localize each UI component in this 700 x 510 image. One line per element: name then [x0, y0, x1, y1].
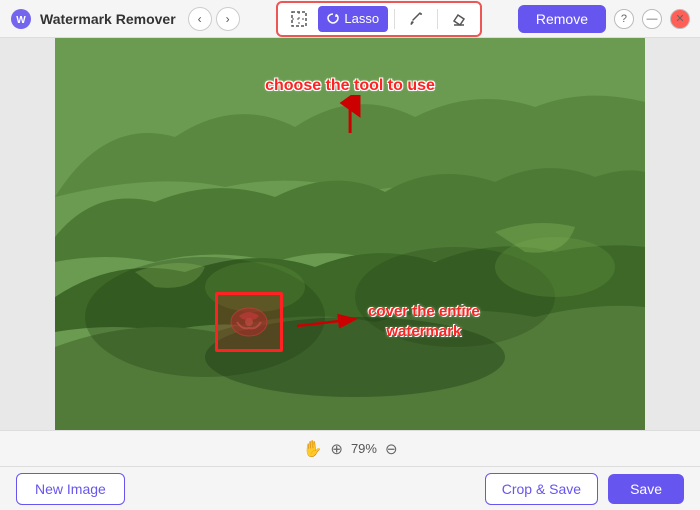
window-controls: ? — ✕ — [614, 9, 690, 29]
svg-text:W: W — [16, 15, 26, 26]
footer-action-bar: New Image Crop & Save Save — [0, 466, 700, 510]
lasso-tool-button[interactable]: Lasso — [318, 6, 388, 32]
minimize-button[interactable]: — — [642, 9, 662, 29]
tool-divider-1 — [394, 9, 395, 29]
tool-selection-group: Lasso — [276, 1, 482, 37]
landscape-image — [55, 38, 645, 430]
nav-forward-button[interactable]: › — [216, 7, 240, 31]
marquee-icon — [291, 11, 307, 27]
tool-divider-2 — [437, 9, 438, 29]
new-image-button[interactable]: New Image — [16, 473, 125, 505]
close-button[interactable]: ✕ — [670, 9, 690, 29]
crop-save-button[interactable]: Crop & Save — [485, 473, 598, 505]
help-button[interactable]: ? — [614, 9, 634, 29]
app-logo: W — [10, 8, 32, 30]
main-canvas-area: choose the tool to use — [0, 38, 700, 430]
zoom-level-text: 79% — [351, 441, 377, 456]
lasso-tool-label: Lasso — [344, 11, 379, 26]
zoom-controls: ✋ ⊕ 79% ⊖ — [302, 439, 397, 459]
remove-button[interactable]: Remove — [518, 5, 606, 33]
lasso-icon — [326, 12, 340, 26]
footer-right-actions: Crop & Save Save — [485, 473, 684, 505]
app-title: Watermark Remover — [40, 11, 176, 27]
nav-back-button[interactable]: ‹ — [188, 7, 212, 31]
image-canvas[interactable]: choose the tool to use — [55, 38, 645, 430]
erase-icon — [451, 11, 467, 27]
title-bar-right: Remove ? — ✕ — [518, 5, 690, 33]
title-bar: W Watermark Remover ‹ › Lasso — [0, 0, 700, 38]
pan-tool-icon[interactable]: ✋ — [302, 439, 322, 459]
zoom-bar: ✋ ⊕ 79% ⊖ — [0, 430, 700, 466]
zoom-in-icon[interactable]: ⊕ — [330, 440, 343, 458]
brush-icon — [408, 11, 424, 27]
erase-tool-button[interactable] — [444, 6, 474, 32]
save-button[interactable]: Save — [608, 474, 684, 504]
zoom-out-icon[interactable]: ⊖ — [385, 440, 398, 458]
brush-tool-button[interactable] — [401, 6, 431, 32]
marquee-tool-button[interactable] — [284, 6, 314, 32]
